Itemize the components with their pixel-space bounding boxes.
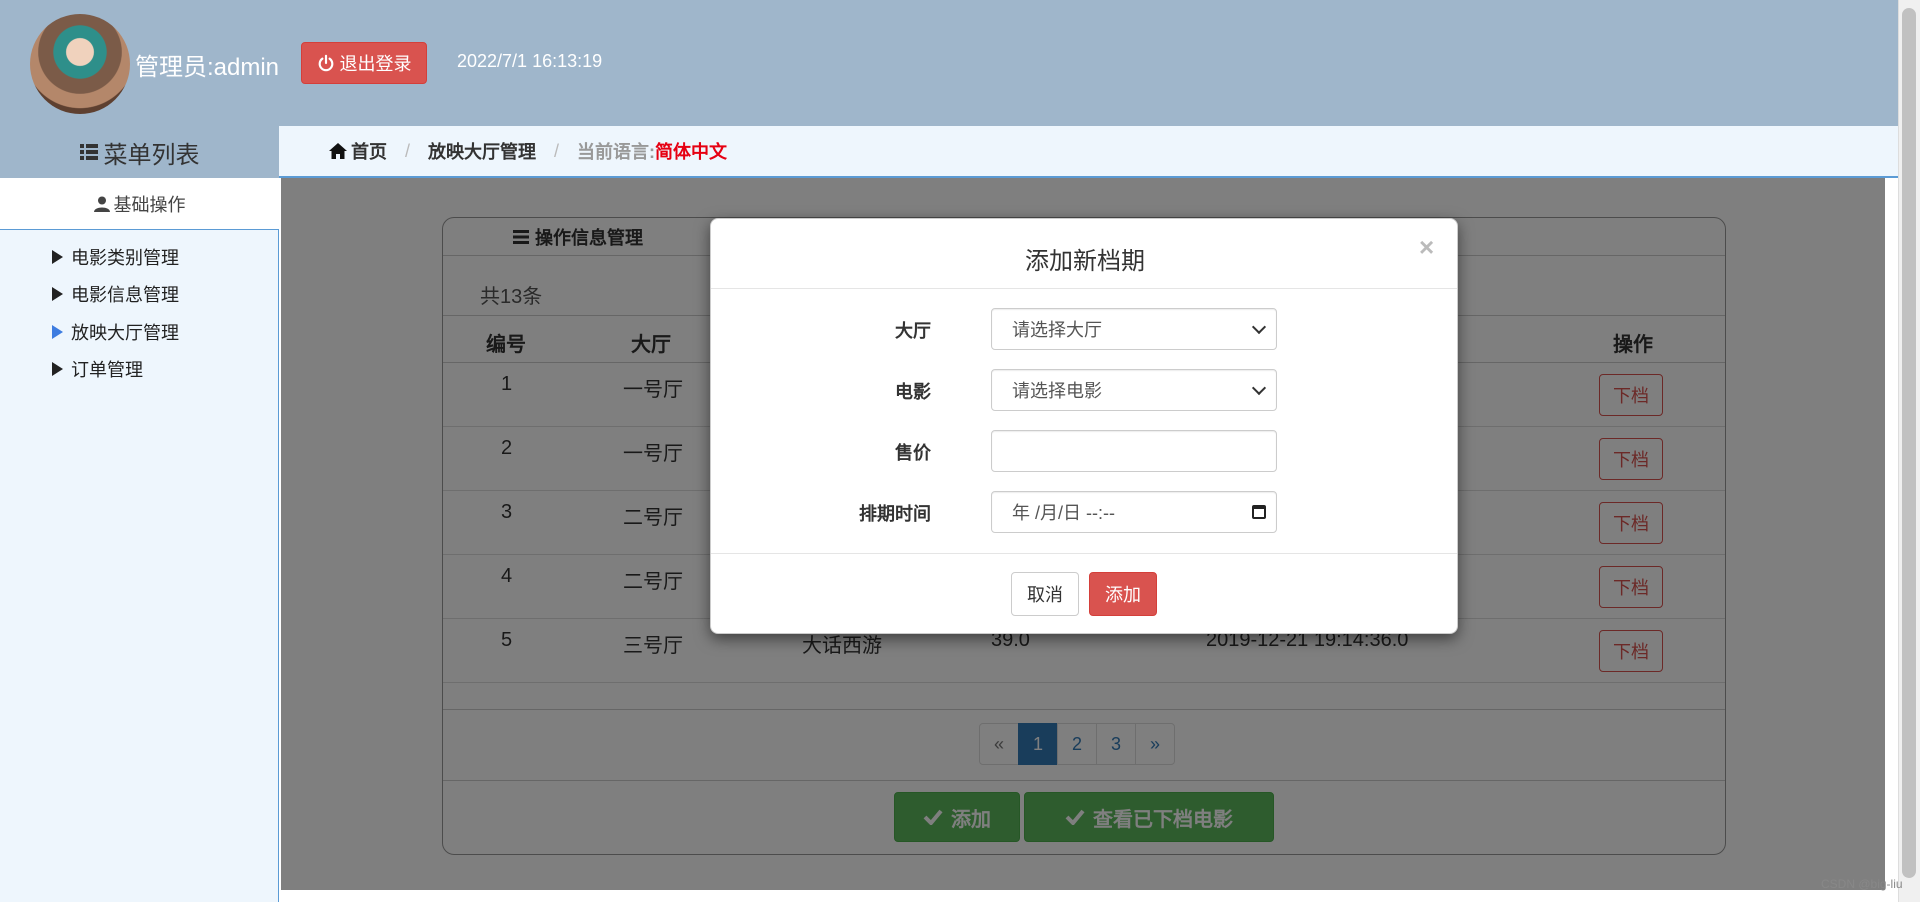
top-header xyxy=(0,0,1898,126)
basic-operations-label: 基础操作 xyxy=(113,194,186,215)
breadcrumb-separator: / xyxy=(405,140,411,161)
modal-footer xyxy=(711,553,1457,633)
caret-right-icon xyxy=(52,325,63,339)
list-icon xyxy=(79,144,98,160)
caret-right-icon xyxy=(52,362,63,376)
calendar-icon[interactable] xyxy=(1252,505,1266,519)
admin-avatar xyxy=(30,14,130,114)
close-icon[interactable]: × xyxy=(1419,234,1434,260)
power-icon xyxy=(318,54,333,72)
hall-select[interactable]: 请选择大厅 xyxy=(991,308,1277,350)
scrollbar-thumb[interactable] xyxy=(1902,8,1916,878)
sidebar-item-label: 放映大厅管理 xyxy=(71,323,179,343)
chevron-down-icon xyxy=(1251,319,1267,334)
sidebar-item-label: 电影信息管理 xyxy=(71,285,179,305)
sidebar-item-movie-info[interactable]: 电影信息管理 xyxy=(52,281,179,307)
breadcrumb-home[interactable]: 首页 xyxy=(329,138,387,164)
breadcrumb-separator: / xyxy=(554,140,560,161)
breadcrumb: 首页 / 放映大厅管理 / 当前语言: 简体中文 xyxy=(279,126,1898,178)
movie-select-value: 请选择电影 xyxy=(1012,381,1102,401)
user-icon xyxy=(93,196,110,212)
movie-label: 电影 xyxy=(895,382,931,402)
hall-label: 大厅 xyxy=(895,321,931,341)
sidebar-item-orders[interactable]: 订单管理 xyxy=(52,356,143,382)
breadcrumb-current[interactable]: 放映大厅管理 xyxy=(428,138,536,164)
cancel-button[interactable]: 取消 xyxy=(1011,572,1079,616)
watermark: CSDN @big-liu xyxy=(1821,877,1903,891)
caret-right-icon xyxy=(52,250,63,264)
caret-right-icon xyxy=(52,287,63,301)
schedule-time-input[interactable]: 年 /月/日 --:-- xyxy=(991,491,1277,533)
price-input[interactable] xyxy=(991,430,1277,472)
logout-button[interactable]: 退出登录 xyxy=(301,42,427,84)
home-icon xyxy=(329,143,347,159)
sidebar-item-hall-management[interactable]: 放映大厅管理 xyxy=(52,319,179,345)
sidebar-item-movie-category[interactable]: 电影类别管理 xyxy=(52,244,179,270)
language-label: 当前语言: xyxy=(577,142,656,162)
admin-title: 管理员:admin xyxy=(135,54,280,81)
logout-label: 退出登录 xyxy=(339,54,412,74)
sidebar-item-label: 电影类别管理 xyxy=(71,248,179,268)
modal-title: 添加新档期 xyxy=(1025,248,1145,275)
menu-list-header: 菜单列表 xyxy=(0,126,279,178)
movie-select[interactable]: 请选择电影 xyxy=(991,369,1277,411)
basic-operations-section[interactable]: 基础操作 xyxy=(0,178,279,230)
breadcrumb-home-label: 首页 xyxy=(351,142,387,162)
sidebar xyxy=(0,126,279,902)
schedule-time-label: 排期时间 xyxy=(859,504,931,524)
hall-select-value: 请选择大厅 xyxy=(1012,320,1102,340)
language-value[interactable]: 简体中文 xyxy=(655,138,727,164)
add-schedule-modal: 添加新档期 × 大厅 请选择大厅 电影 请选择电影 售价 排期时间 年 /月/日… xyxy=(710,218,1458,634)
sidebar-item-label: 订单管理 xyxy=(71,360,143,380)
schedule-time-value: 年 /月/日 --:-- xyxy=(1012,503,1115,523)
current-datetime: 2022/7/1 16:13:19 xyxy=(457,51,603,71)
price-label: 售价 xyxy=(895,443,931,463)
chevron-down-icon xyxy=(1251,380,1267,395)
add-button[interactable]: 添加 xyxy=(1089,572,1157,616)
menu-list-title: 菜单列表 xyxy=(103,141,200,169)
